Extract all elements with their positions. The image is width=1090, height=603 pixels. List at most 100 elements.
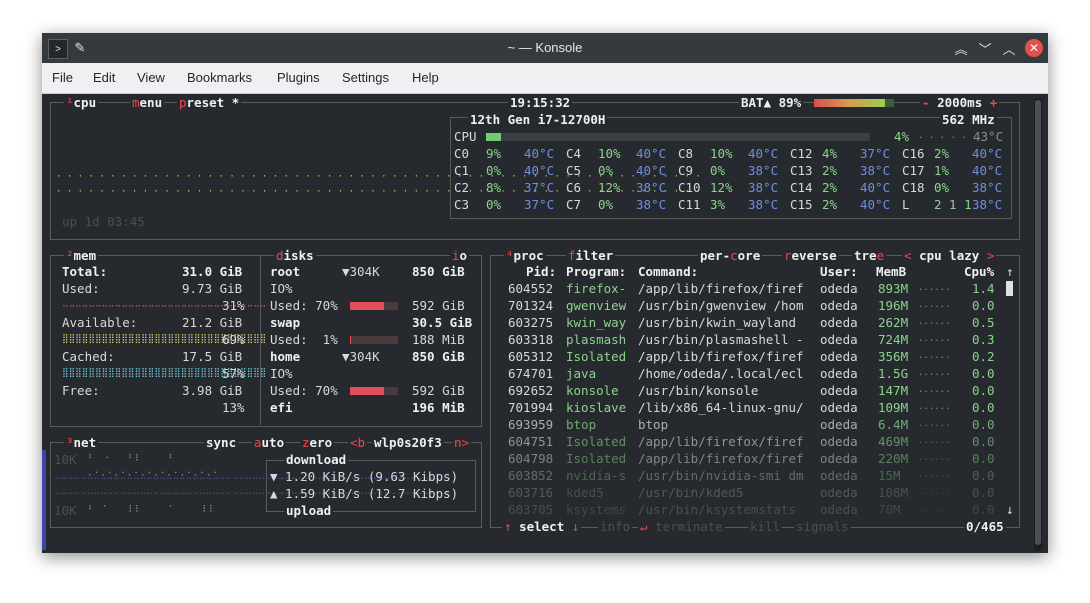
proc-cell-program: firefox- bbox=[566, 281, 627, 296]
disks-io-label[interactable]: io bbox=[450, 248, 470, 263]
proc-cell-cpu: 0.0 bbox=[972, 383, 995, 398]
close-icon[interactable]: ✕ bbox=[1025, 39, 1043, 57]
menu-bar: File Edit View Bookmarks Plugins Setting… bbox=[42, 63, 1048, 94]
proc-cell-pid: 604798 bbox=[508, 451, 554, 466]
proc-cpu-graph: ...... bbox=[918, 402, 951, 412]
menu-view[interactable]: View bbox=[137, 70, 165, 85]
proc-header-program[interactable]: Program: bbox=[566, 264, 626, 279]
proc-cell-user: odeda bbox=[820, 349, 858, 364]
proc-per-core[interactable]: per-core bbox=[698, 248, 763, 263]
proc-tree[interactable]: tree bbox=[852, 248, 887, 263]
mem-available-label: Available: bbox=[62, 315, 138, 330]
core-temp: 40°C bbox=[860, 180, 891, 195]
net-upload-label: upload bbox=[284, 503, 334, 518]
menu-help[interactable]: Help bbox=[412, 70, 439, 85]
cpu-preset-label[interactable]: preset * bbox=[177, 95, 242, 110]
cpu-box-label[interactable]: ¹cpu bbox=[64, 95, 99, 110]
net-box-label[interactable]: ³net bbox=[64, 435, 99, 450]
menu-edit[interactable]: Edit bbox=[93, 70, 115, 85]
proc-cell-mem: 893M bbox=[878, 281, 909, 296]
core-pct: 1% bbox=[934, 163, 950, 178]
proc-header-cpu[interactable]: Cpu% bbox=[964, 264, 994, 279]
mem-total-value: 31.0 GiB bbox=[182, 264, 243, 279]
proc-cell-mem: 356M bbox=[878, 349, 909, 364]
mem-used-pct: 31% bbox=[222, 298, 245, 313]
proc-kill[interactable]: kill bbox=[748, 519, 783, 534]
minimize-icon[interactable]: ﹀ bbox=[976, 39, 994, 57]
title-bar[interactable]: > ✎ ~ — Konsole ︽ ﹀ ︿ ✕ bbox=[42, 33, 1048, 63]
net-prev-interface[interactable]: <b bbox=[348, 435, 368, 450]
proc-cell-pid: 603852 bbox=[508, 468, 554, 483]
proc-info[interactable]: info bbox=[598, 519, 633, 534]
core-pct: 0% bbox=[486, 197, 502, 212]
proc-cell-mem: 220M bbox=[878, 451, 909, 466]
core-pct: 9% bbox=[486, 146, 502, 161]
net-download-value: ▼ 1.20 KiB/s (9.63 Kibps) bbox=[270, 469, 459, 484]
mem-available-value: 21.2 GiB bbox=[182, 315, 243, 330]
core-name: C13 bbox=[790, 163, 813, 178]
core-name: C0 bbox=[454, 146, 470, 161]
proc-header-command[interactable]: Command: bbox=[638, 264, 698, 279]
proc-cell-cpu: 0.0 bbox=[972, 417, 995, 432]
net-next-interface[interactable]: n> bbox=[452, 435, 472, 450]
menu-file[interactable]: File bbox=[52, 70, 73, 85]
proc-scroll-down-icon[interactable]: ↓ bbox=[1006, 502, 1014, 517]
proc-filter[interactable]: filter bbox=[566, 248, 616, 263]
proc-cell-command: /app/lib/firefox/firef bbox=[638, 349, 804, 364]
proc-sort-selector[interactable]: < cpu lazy > bbox=[902, 248, 997, 263]
core-name: C12 bbox=[790, 146, 813, 161]
core-temp: 37°C bbox=[524, 197, 555, 212]
proc-cell-pid: 605312 bbox=[508, 349, 554, 364]
proc-cell-cpu: 0.0 bbox=[972, 366, 995, 381]
proc-cell-program: konsole bbox=[566, 383, 619, 398]
refresh-rate[interactable]: - 2000ms + bbox=[920, 95, 1000, 110]
net-interface: wlp0s20f3 bbox=[372, 435, 444, 450]
proc-reverse[interactable]: reverse bbox=[782, 248, 839, 263]
proc-cpu-graph: ...... bbox=[918, 317, 951, 327]
net-auto[interactable]: auto bbox=[252, 435, 287, 450]
menu-settings[interactable]: Settings bbox=[342, 70, 389, 85]
proc-cell-program: plasmash bbox=[566, 332, 627, 347]
proc-header-mem[interactable]: MemB bbox=[876, 264, 906, 279]
proc-signals[interactable]: signals bbox=[794, 519, 851, 534]
proc-cell-cpu: 0.0 bbox=[972, 485, 995, 500]
core-pct: 2 1 1 bbox=[934, 197, 972, 212]
core-pct: 4% bbox=[822, 146, 838, 161]
menu-plugins[interactable]: Plugins bbox=[277, 70, 320, 85]
core-pct: 12% bbox=[710, 180, 733, 195]
cpu-total-pct: 4% bbox=[894, 129, 910, 144]
proc-select[interactable]: ↑ select ↓ bbox=[502, 519, 582, 534]
mem-cached-value: 17.5 GiB bbox=[182, 349, 243, 364]
proc-cell-pid: 603275 bbox=[508, 315, 554, 330]
disks-label[interactable]: disks bbox=[274, 248, 316, 263]
proc-box-label[interactable]: ⁴proc bbox=[504, 248, 546, 263]
cpu-total-label: CPU bbox=[454, 129, 477, 144]
disk-used: Used: 1% bbox=[270, 332, 338, 347]
net-sync[interactable]: sync bbox=[204, 435, 239, 450]
core-name: C8 bbox=[678, 146, 694, 161]
proc-cell-command: btop bbox=[638, 417, 669, 432]
maximize-icon[interactable]: ︿ bbox=[1000, 39, 1018, 57]
menu-bookmarks[interactable]: Bookmarks bbox=[187, 70, 252, 85]
core-temp: 40°C bbox=[636, 146, 667, 161]
net-side-bar bbox=[42, 450, 46, 550]
disk-io-rate: ▼304K bbox=[342, 349, 380, 364]
proc-cell-command: /usr/bin/gwenview /hom bbox=[638, 298, 804, 313]
net-zero[interactable]: zero bbox=[300, 435, 335, 450]
proc-header-pid[interactable]: Pid: bbox=[526, 264, 556, 279]
terminal-area[interactable]: ¹cpu menu preset * 19:15:32 BAT▲ 89% - 2… bbox=[42, 94, 1048, 553]
core-name: C14 bbox=[790, 180, 813, 195]
core-name: C3 bbox=[454, 197, 470, 212]
core-temp: 40°C bbox=[636, 163, 667, 178]
mem-box-label[interactable]: ²mem bbox=[64, 248, 99, 263]
proc-cpu-graph: ...... bbox=[918, 504, 951, 514]
proc-header-user[interactable]: User: bbox=[820, 264, 858, 279]
proc-cpu-graph: ...... bbox=[918, 436, 951, 446]
terminal-scrollbar-thumb[interactable] bbox=[1035, 100, 1041, 545]
proc-terminate[interactable]: ↵ terminate bbox=[638, 519, 725, 534]
core-temp: 38°C bbox=[636, 197, 667, 212]
keep-above-icon[interactable]: ︽ bbox=[952, 39, 970, 57]
cpu-menu-label[interactable]: menu bbox=[130, 95, 165, 110]
proc-scroll-thumb[interactable] bbox=[1006, 281, 1013, 296]
proc-cell-user: odeda bbox=[820, 383, 858, 398]
